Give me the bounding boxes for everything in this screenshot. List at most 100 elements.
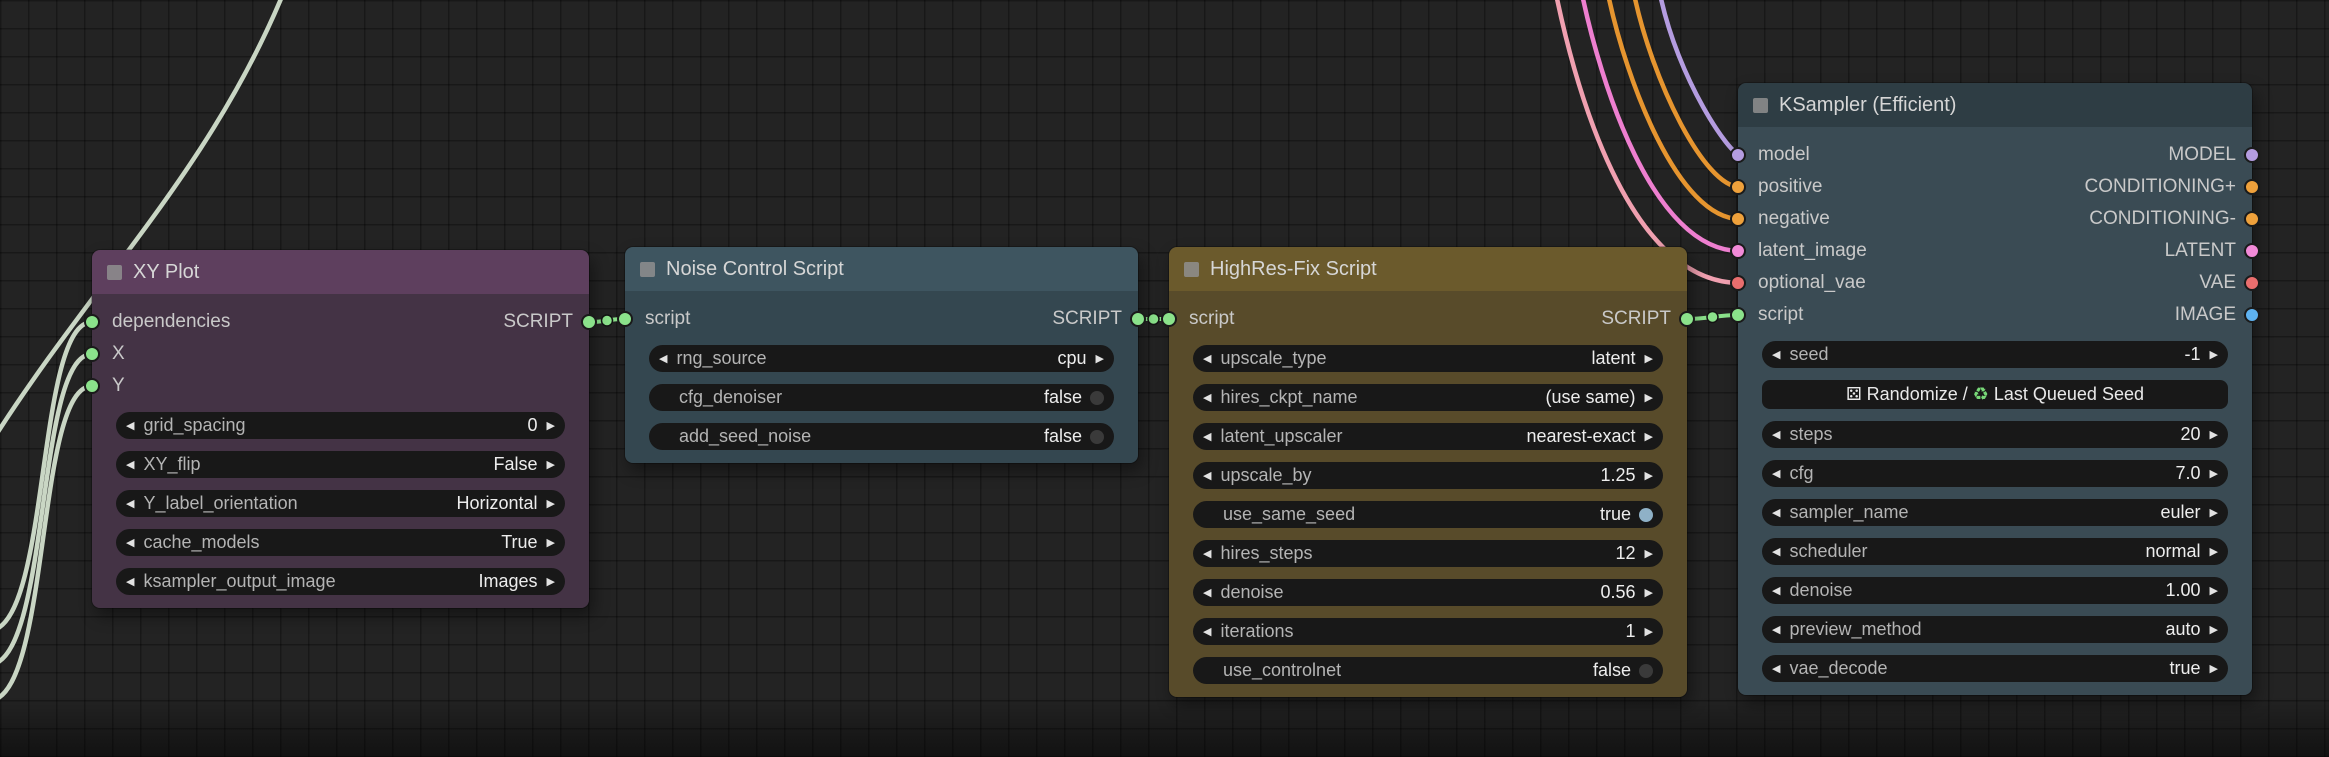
widget-increment-icon[interactable]: ▶ xyxy=(547,537,555,548)
widget-steps[interactable]: ◀ steps 20 ▶ xyxy=(1762,421,2228,448)
widget-increment-icon[interactable]: ▶ xyxy=(1645,470,1653,481)
output-slot-dot-CONDITIONING-[interactable] xyxy=(2244,211,2260,227)
widget-preview_method[interactable]: ◀ preview_method auto ▶ xyxy=(1762,616,2228,643)
output-slot-dot-SCRIPT[interactable] xyxy=(1130,311,1146,327)
widget-vae_decode[interactable]: ◀ vae_decode true ▶ xyxy=(1762,655,2228,682)
widget-use_same_seed[interactable]: use_same_seed true xyxy=(1193,501,1663,528)
widget-increment-icon[interactable]: ▶ xyxy=(547,420,555,431)
input-slot-dot-positive[interactable] xyxy=(1730,179,1746,195)
widget-decrement-icon[interactable]: ◀ xyxy=(1772,468,1780,479)
widget-increment-icon[interactable]: ▶ xyxy=(2210,624,2218,635)
widget-decrement-icon[interactable]: ◀ xyxy=(1772,507,1780,518)
widget-XY_flip[interactable]: ◀ XY_flip False ▶ xyxy=(116,451,565,478)
input-slot-dot-script[interactable] xyxy=(1730,307,1746,323)
output-slot-dot-LATENT[interactable] xyxy=(2244,243,2260,259)
widget-increment-icon[interactable]: ▶ xyxy=(2210,663,2218,674)
output-slot-dot-VAE[interactable] xyxy=(2244,275,2260,291)
node-graph-canvas[interactable]: XY Plot dependencies SCRIPT X Y ◀ grid_spacing… xyxy=(0,0,2329,757)
toggle-dot[interactable] xyxy=(1090,429,1104,444)
widget-cfg_denoiser[interactable]: cfg_denoiser false xyxy=(649,384,1114,411)
link-midpoint-dot[interactable] xyxy=(600,314,614,327)
widget-increment-icon[interactable]: ▶ xyxy=(1645,431,1653,442)
widget-decrement-icon[interactable]: ◀ xyxy=(1772,546,1780,557)
collapse-box-icon[interactable] xyxy=(1184,261,1199,277)
widget-increment-icon[interactable]: ▶ xyxy=(1645,392,1653,403)
widget-decrement-icon[interactable]: ◀ xyxy=(1772,663,1780,674)
widget-hires_ckpt_name[interactable]: ◀ hires_ckpt_name (use same) ▶ xyxy=(1193,384,1663,411)
widget-decrement-icon[interactable]: ◀ xyxy=(1203,548,1211,559)
output-slot-dot-CONDITIONING+[interactable] xyxy=(2244,179,2260,195)
input-slot-dot-dependencies[interactable] xyxy=(84,314,100,330)
widget-scheduler[interactable]: ◀ scheduler normal ▶ xyxy=(1762,538,2228,565)
node-noise-control-script[interactable]: Noise Control Script script SCRIPT ◀ rng_sou… xyxy=(617,247,1146,463)
widget-increment-icon[interactable]: ▶ xyxy=(2210,349,2218,360)
input-slot-dot-latent_image[interactable] xyxy=(1730,243,1746,259)
input-slot-dot-negative[interactable] xyxy=(1730,211,1746,227)
collapse-box-icon[interactable] xyxy=(107,264,122,280)
widget-increment-icon[interactable]: ▶ xyxy=(2210,468,2218,479)
widget-increment-icon[interactable]: ▶ xyxy=(1096,353,1104,364)
widget-decrement-icon[interactable]: ◀ xyxy=(1203,431,1211,442)
collapse-box-icon[interactable] xyxy=(640,261,655,277)
link-midpoint-dot[interactable] xyxy=(1147,312,1160,326)
widget-decrement-icon[interactable]: ◀ xyxy=(126,498,134,509)
widget-increment-icon[interactable]: ▶ xyxy=(2210,507,2218,518)
widget-decrement-icon[interactable]: ◀ xyxy=(1203,353,1211,364)
input-slot-dot-X[interactable] xyxy=(84,346,100,362)
randomize-seed-button[interactable]: ⚄ Randomize / ♻ Last Queued Seed xyxy=(1762,380,2228,409)
node-highres-fix-script[interactable]: HighRes-Fix Script script SCRIPT ◀ upscale_t… xyxy=(1161,247,1695,697)
widget-decrement-icon[interactable]: ◀ xyxy=(1772,585,1780,596)
node-ksampler-efficient[interactable]: KSampler (Efficient) model MODEL positive CO… xyxy=(1730,83,2260,695)
widget-denoise[interactable]: ◀ denoise 1.00 ▶ xyxy=(1762,577,2228,604)
output-slot-dot-SCRIPT[interactable] xyxy=(581,314,597,330)
widget-iterations[interactable]: ◀ iterations 1 ▶ xyxy=(1193,618,1663,645)
widget-increment-icon[interactable]: ▶ xyxy=(1645,548,1653,559)
output-slot-dot-MODEL[interactable] xyxy=(2244,147,2260,163)
widget-cfg[interactable]: ◀ cfg 7.0 ▶ xyxy=(1762,460,2228,487)
widget-increment-icon[interactable]: ▶ xyxy=(2210,546,2218,557)
input-slot-dot-Y[interactable] xyxy=(84,378,100,394)
widget-decrement-icon[interactable]: ◀ xyxy=(1203,626,1211,637)
widget-increment-icon[interactable]: ▶ xyxy=(1645,626,1653,637)
output-slot-dot-IMAGE[interactable] xyxy=(2244,307,2260,323)
widget-increment-icon[interactable]: ▶ xyxy=(1645,353,1653,364)
collapse-box-icon[interactable] xyxy=(1753,97,1768,113)
widget-upscale_type[interactable]: ◀ upscale_type latent ▶ xyxy=(1193,345,1663,372)
node-xy-plot[interactable]: XY Plot dependencies SCRIPT X Y ◀ grid_spacing… xyxy=(84,250,597,608)
widget-grid_spacing[interactable]: ◀ grid_spacing 0 ▶ xyxy=(116,412,565,439)
link-midpoint-dot[interactable] xyxy=(1706,310,1719,324)
widget-decrement-icon[interactable]: ◀ xyxy=(126,576,134,587)
toggle-dot[interactable] xyxy=(1090,390,1104,405)
widget-decrement-icon[interactable]: ◀ xyxy=(1772,349,1780,360)
input-slot-dot-script[interactable] xyxy=(617,311,633,327)
output-slot-dot-SCRIPT[interactable] xyxy=(1679,311,1695,327)
widget-use_controlnet[interactable]: use_controlnet false xyxy=(1193,657,1663,684)
widget-add_seed_noise[interactable]: add_seed_noise false xyxy=(649,423,1114,450)
widget-decrement-icon[interactable]: ◀ xyxy=(126,459,134,470)
input-slot-dot-optional_vae[interactable] xyxy=(1730,275,1746,291)
node-header[interactable]: XY Plot xyxy=(92,250,589,294)
widget-decrement-icon[interactable]: ◀ xyxy=(1772,624,1780,635)
widget-cache_models[interactable]: ◀ cache_models True ▶ xyxy=(116,529,565,556)
widget-sampler_name[interactable]: ◀ sampler_name euler ▶ xyxy=(1762,499,2228,526)
widget-Y_label_orientation[interactable]: ◀ Y_label_orientation Horizontal ▶ xyxy=(116,490,565,517)
widget-seed[interactable]: ◀ seed -1 ▶ xyxy=(1762,341,2228,368)
widget-increment-icon[interactable]: ▶ xyxy=(547,459,555,470)
node-header[interactable]: KSampler (Efficient) xyxy=(1738,83,2252,127)
widget-denoise[interactable]: ◀ denoise 0.56 ▶ xyxy=(1193,579,1663,606)
node-header[interactable]: Noise Control Script xyxy=(625,247,1138,291)
toggle-dot[interactable] xyxy=(1639,663,1653,678)
widget-hires_steps[interactable]: ◀ hires_steps 12 ▶ xyxy=(1193,540,1663,567)
widget-decrement-icon[interactable]: ◀ xyxy=(126,537,134,548)
input-slot-dot-model[interactable] xyxy=(1730,147,1746,163)
widget-decrement-icon[interactable]: ◀ xyxy=(1203,587,1211,598)
widget-increment-icon[interactable]: ▶ xyxy=(547,576,555,587)
widget-increment-icon[interactable]: ▶ xyxy=(1645,587,1653,598)
toggle-dot[interactable] xyxy=(1639,507,1653,522)
node-header[interactable]: HighRes-Fix Script xyxy=(1169,247,1687,291)
widget-upscale_by[interactable]: ◀ upscale_by 1.25 ▶ xyxy=(1193,462,1663,489)
widget-decrement-icon[interactable]: ◀ xyxy=(1203,470,1211,481)
widget-increment-icon[interactable]: ▶ xyxy=(2210,429,2218,440)
widget-increment-icon[interactable]: ▶ xyxy=(2210,585,2218,596)
widget-ksampler_output_image[interactable]: ◀ ksampler_output_image Images ▶ xyxy=(116,568,565,595)
